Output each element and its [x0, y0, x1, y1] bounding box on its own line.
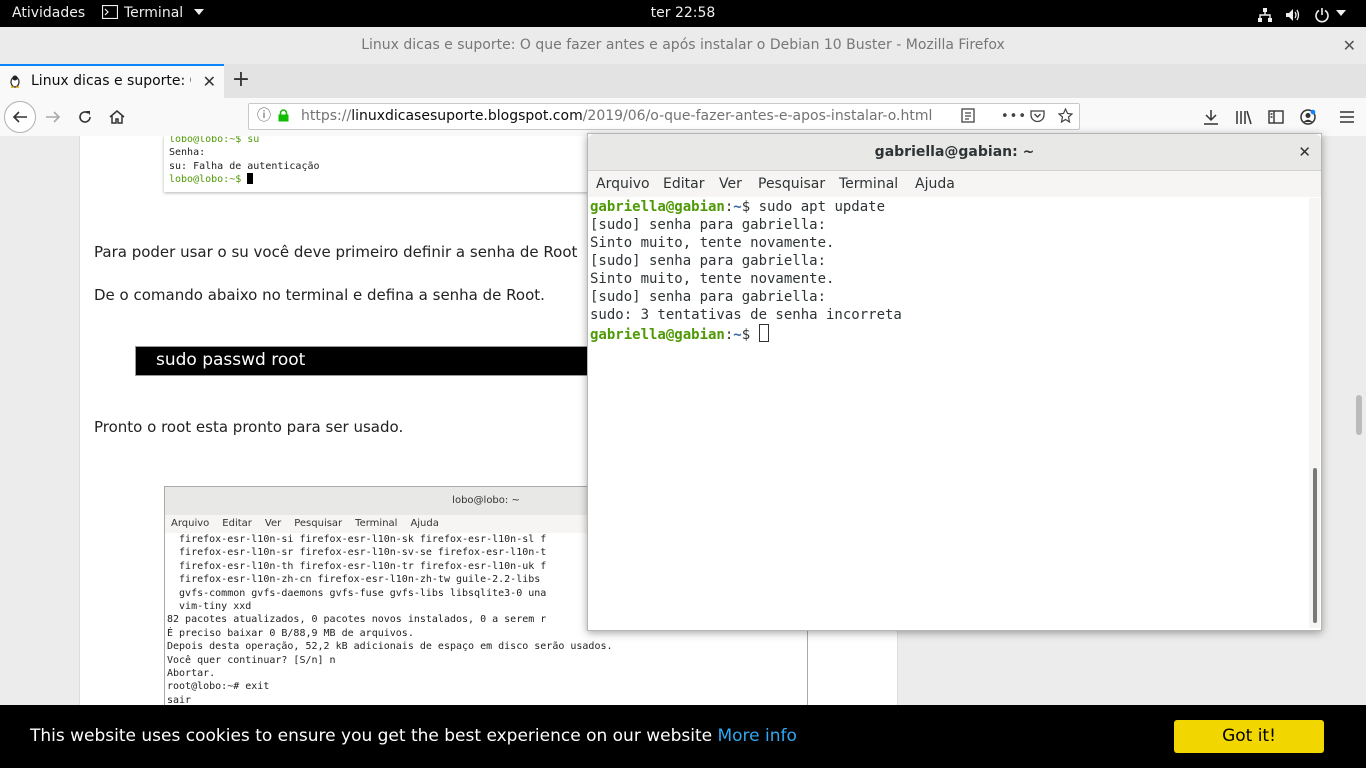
terminal-line: [sudo] senha para gabriella: [590, 217, 827, 233]
window-title: Linux dicas e suporte: O que fazer antes… [361, 37, 1005, 53]
reader-view-icon[interactable] [961, 104, 975, 129]
volume-icon[interactable] [1285, 6, 1301, 22]
chevron-down-icon [193, 9, 204, 15]
url-path: /2019/06/o-que-fazer-antes-e-apos-instal… [582, 108, 933, 124]
screenshot-image-su: lobo@lobo:~$ su Senha: su: Falha de aute… [164, 136, 594, 192]
terminal-line: sudo: 3 tentativas de senha incorreta [590, 307, 902, 323]
forward-button[interactable] [38, 102, 68, 132]
app-name: Terminal [124, 5, 184, 21]
terminal-line: Sinto muito, tente novamente. [590, 235, 835, 251]
terminal-title: gabriella@gabian: ~ [874, 144, 1035, 160]
account-icon [1300, 109, 1316, 125]
more-info-link[interactable]: More info [717, 726, 796, 746]
tab-strip: Linux dicas e suporte: O que fazer antes… [0, 64, 1366, 98]
got-it-button[interactable]: Got it! [1174, 720, 1324, 753]
browser-tab[interactable]: Linux dicas e suporte: O que fazer antes… [0, 64, 224, 98]
navigation-toolbar: ⓘ https://linuxdicasesuporte.blogspot.co… [0, 98, 1366, 137]
text-cursor [758, 324, 769, 342]
info-icon[interactable]: ⓘ [257, 104, 271, 129]
menu-arquivo[interactable]: Arquivo [596, 171, 650, 197]
url-bar[interactable]: ⓘ https://linuxdicasesuporte.blogspot.co… [248, 103, 1080, 130]
close-window-icon[interactable]: ✕ [1343, 27, 1356, 64]
url-domain: linuxdicasesuporte.blogspot.com [351, 108, 583, 124]
paragraph-1: Para poder usar o su você deve primeiro … [94, 243, 578, 261]
shot1-line: su: Falha de autenticação [169, 160, 320, 172]
url-text[interactable]: https://linuxdicasesuporte.blogspot.com/… [301, 104, 932, 129]
chevron-down-icon[interactable] [1336, 10, 1346, 18]
arrow-left-icon [12, 111, 27, 123]
terminal-output[interactable]: gabriella@gabian:~$ sudo apt update [sudo… [590, 198, 1308, 628]
menu-terminal[interactable]: Terminal [839, 171, 898, 197]
tux-favicon-icon [8, 74, 22, 88]
terminal-prompt-line[interactable]: gabriella@gabian:~$ [590, 324, 1308, 344]
app-menu-button[interactable]: Terminal [101, 0, 204, 27]
terminal-line: [sudo] senha para gabriella: [590, 253, 827, 269]
url-prefix: https:// [301, 108, 352, 124]
downloads-button[interactable] [1196, 102, 1226, 132]
activities-button[interactable]: Atividades [12, 0, 85, 27]
close-tab-icon[interactable]: ✕ [203, 66, 216, 97]
shot1-line: Senha: [169, 147, 206, 159]
shot1-line: lobo@lobo:~$ su [169, 136, 260, 145]
power-icon[interactable] [1314, 6, 1330, 23]
reload-button[interactable] [70, 102, 100, 132]
menu-editar[interactable]: Editar [663, 171, 704, 197]
bookmark-star-icon[interactable] [1057, 104, 1074, 129]
paragraph-2: De o comando abaixo no terminal e defina… [94, 286, 545, 304]
menu-ver[interactable]: Ver [719, 171, 742, 197]
download-icon [1204, 110, 1218, 125]
home-icon [109, 110, 125, 124]
clock: ter 22:58 [650, 5, 716, 21]
scrollbar-thumb[interactable] [1313, 468, 1317, 623]
library-button[interactable] [1229, 102, 1259, 132]
terminal-line: [sudo] senha para gabriella: [590, 289, 827, 305]
back-button[interactable] [4, 101, 36, 133]
page-scrollbar[interactable] [1356, 395, 1362, 435]
terminal-line: Sinto muito, tente novamente. [590, 271, 835, 287]
terminal-scrollbar[interactable] [1309, 198, 1320, 628]
library-icon [1236, 110, 1252, 125]
gnome-top-bar: Atividades Terminal ter 22:58 [0, 0, 1366, 27]
page-actions-menu-icon[interactable]: ••• [1001, 104, 1027, 129]
paragraph-3: Pronto o root esta pronto para ser usado… [94, 418, 404, 436]
terminal-titlebar[interactable]: gabriella@gabian: ~ ✕ [588, 134, 1321, 171]
sidebar-icon [1268, 110, 1284, 124]
arrow-right-icon [46, 111, 61, 123]
terminal-app-icon [101, 4, 119, 20]
close-terminal-icon[interactable]: ✕ [1298, 134, 1311, 170]
code-block: sudo passwd root [135, 346, 615, 376]
lock-icon[interactable] [278, 109, 289, 122]
cookie-message: This website uses cookies to ensure you … [30, 726, 797, 746]
menu-pesquisar[interactable]: Pesquisar [758, 171, 825, 197]
cookie-banner: This website uses cookies to ensure you … [0, 705, 1366, 768]
reload-icon [79, 111, 91, 123]
network-icon[interactable] [1257, 6, 1273, 22]
terminal-line: gabriella@gabian:~$ sudo apt update [590, 199, 886, 215]
hamburger-menu-button[interactable] [1332, 102, 1362, 132]
account-button[interactable] [1293, 102, 1323, 132]
home-button[interactable] [102, 102, 132, 132]
shot1-line: lobo@lobo:~$ [169, 173, 594, 186]
terminal-menubar: Arquivo Editar Ver Pesquisar Terminal Aj… [588, 171, 1321, 197]
terminal-window[interactable]: gabriella@gabian: ~ ✕ Arquivo Editar Ver… [587, 133, 1322, 631]
pocket-icon[interactable] [1030, 104, 1045, 129]
new-tab-icon[interactable]: + [228, 64, 254, 98]
menu-ajuda[interactable]: Ajuda [915, 171, 955, 197]
firefox-titlebar: Linux dicas e suporte: O que fazer antes… [0, 27, 1366, 65]
hamburger-menu-icon [1340, 111, 1354, 123]
tab-label: Linux dicas e suporte: O que fazer antes… [31, 73, 191, 89]
sidebar-button[interactable] [1261, 102, 1291, 132]
